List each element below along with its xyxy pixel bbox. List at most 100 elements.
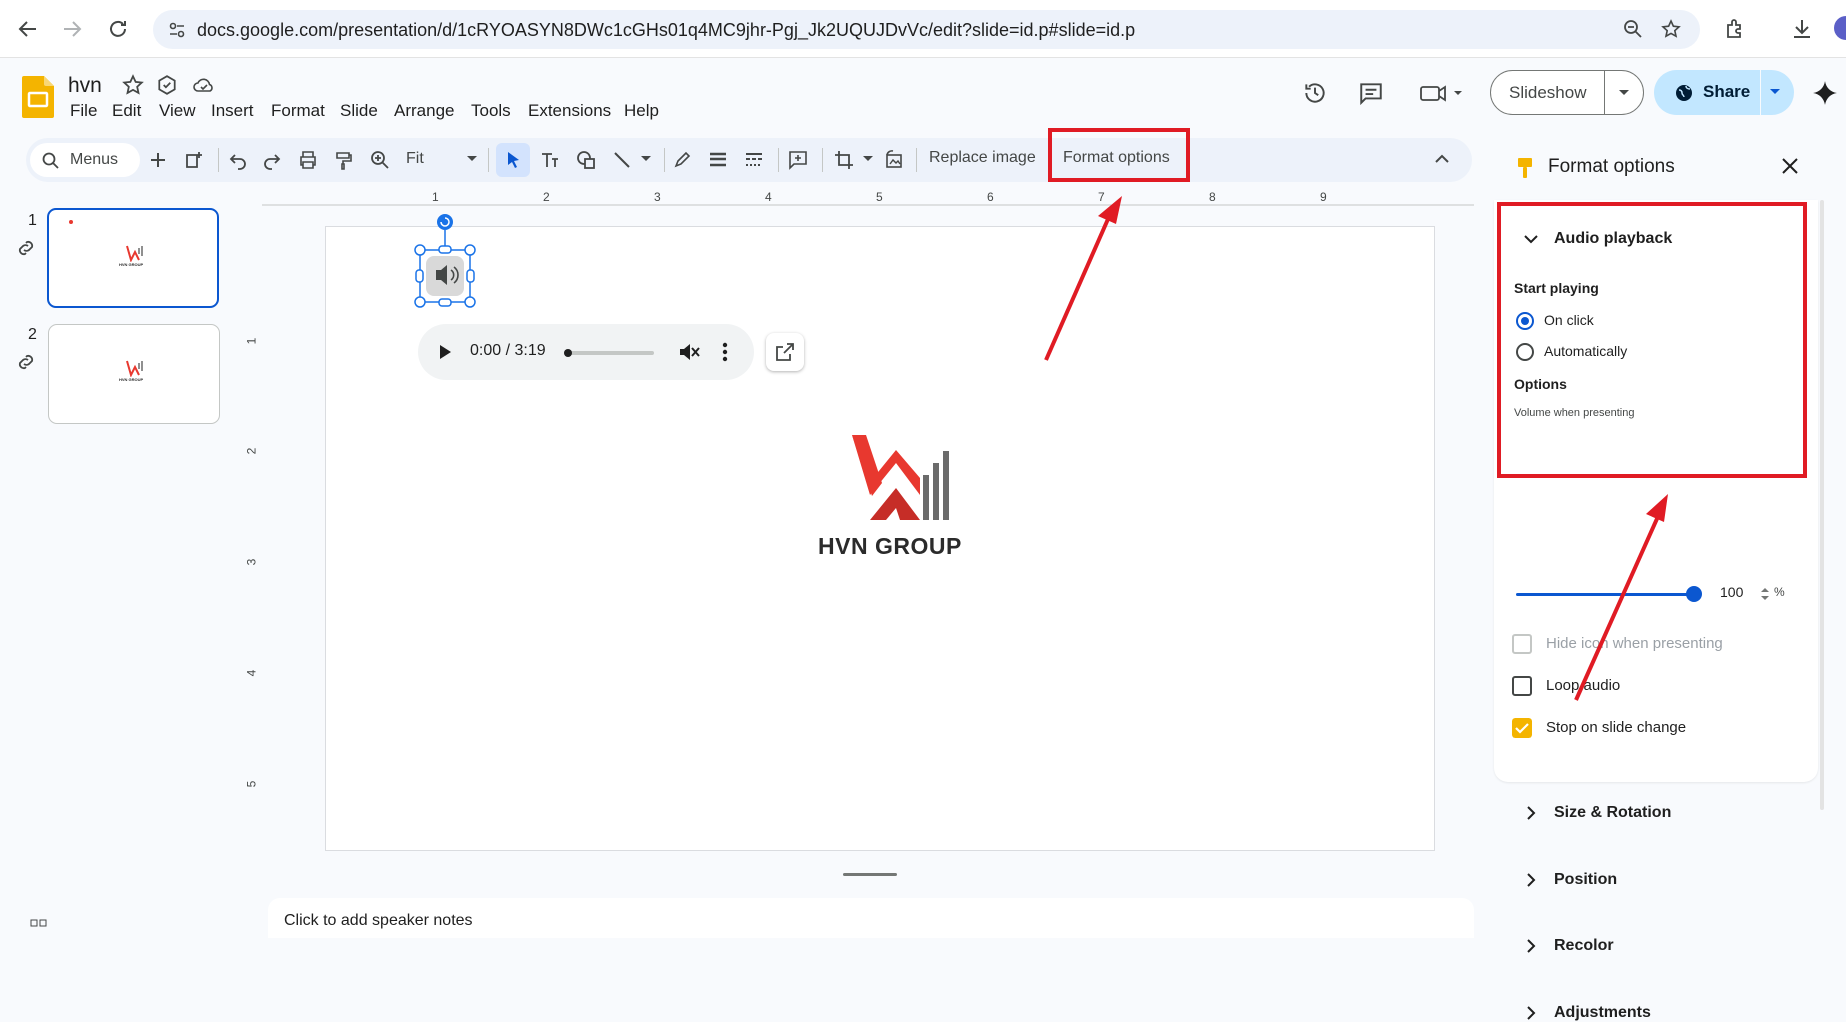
replace-image-button[interactable]: Replace image	[929, 149, 1036, 167]
extensions-icon[interactable]	[1724, 17, 1748, 41]
cloud-saved-icon[interactable]	[192, 74, 216, 96]
back-icon[interactable]	[16, 17, 40, 41]
gemini-icon[interactable]	[1812, 80, 1838, 106]
audio-object-selected[interactable]	[408, 210, 482, 320]
meet-call-icon[interactable]	[1418, 80, 1464, 106]
chevron-right-icon[interactable]	[1522, 937, 1540, 955]
horizontal-ruler[interactable]	[262, 190, 1474, 206]
zoom-icon[interactable]	[1623, 19, 1643, 39]
star-icon[interactable]	[122, 74, 144, 96]
site-settings-icon[interactable]	[167, 20, 187, 40]
mute-icon[interactable]	[678, 342, 700, 362]
toolbar-divider	[822, 148, 823, 172]
globe-icon	[1676, 85, 1692, 101]
text-box-icon[interactable]	[540, 150, 560, 170]
collapse-toolbar-icon[interactable]	[1434, 152, 1450, 166]
stop-on-slide-change-label[interactable]: Stop on slide change	[1546, 719, 1686, 736]
loop-audio-checkbox[interactable]	[1512, 676, 1532, 696]
volume-slider-track[interactable]	[1516, 593, 1694, 596]
size-rotation-section[interactable]: Size & Rotation	[1554, 804, 1671, 822]
slideshow-dropdown-icon[interactable]	[1617, 87, 1631, 99]
chevron-right-icon[interactable]	[1522, 871, 1540, 889]
speaker-notes[interactable]: Click to add speaker notes	[268, 898, 1474, 938]
border-color-icon[interactable]	[672, 150, 692, 170]
new-slide-icon[interactable]	[148, 150, 168, 170]
stop-on-slide-change-checkbox[interactable]	[1512, 718, 1532, 738]
new-slide-layout-icon[interactable]	[184, 150, 204, 170]
search-menus-field[interactable]: Menus	[30, 143, 140, 177]
ruler-label: 8	[1209, 190, 1216, 204]
document-title[interactable]: hvn	[68, 74, 102, 98]
menu-slide[interactable]: Slide	[340, 101, 378, 121]
line-dropdown-icon[interactable]	[640, 154, 652, 164]
download-icon[interactable]	[1790, 17, 1814, 41]
slides-logo-icon[interactable]	[22, 76, 54, 118]
format-brush-icon	[1518, 158, 1532, 178]
border-weight-icon[interactable]	[708, 150, 728, 170]
close-icon[interactable]	[1780, 156, 1800, 176]
volume-stepper-icon[interactable]	[1760, 586, 1770, 602]
comments-icon[interactable]	[1358, 80, 1384, 106]
redo-icon[interactable]	[262, 150, 282, 170]
paint-format-icon[interactable]	[334, 150, 354, 170]
menu-help[interactable]: Help	[624, 101, 659, 121]
menu-extensions[interactable]: Extensions	[528, 101, 611, 121]
share-button[interactable]: Share	[1654, 70, 1794, 115]
print-icon[interactable]	[298, 150, 318, 170]
line-icon[interactable]	[612, 150, 632, 170]
chevron-right-icon[interactable]	[1522, 804, 1540, 822]
volume-unit: %	[1774, 585, 1785, 599]
hvn-logo-thumb-1	[126, 245, 143, 262]
reload-icon[interactable]	[106, 17, 130, 41]
volume-value[interactable]: 100	[1720, 584, 1743, 600]
play-icon[interactable]	[438, 344, 452, 360]
zoom-in-icon[interactable]	[370, 150, 390, 170]
menu-insert[interactable]: Insert	[211, 101, 254, 121]
grid-view-icon[interactable]	[30, 918, 48, 928]
add-comment-icon[interactable]	[788, 150, 808, 170]
menu-arrange[interactable]: Arrange	[394, 101, 454, 121]
recolor-section[interactable]: Recolor	[1554, 937, 1614, 955]
audio-marker-thumb	[69, 220, 73, 224]
audio-progress-track[interactable]	[564, 349, 654, 357]
menu-edit[interactable]: Edit	[112, 101, 141, 121]
crop-dropdown-icon[interactable]	[862, 154, 874, 164]
audio-player[interactable]: 0:00 / 3:19	[418, 324, 754, 380]
shape-icon[interactable]	[576, 150, 596, 170]
zoom-dropdown-icon[interactable]	[466, 154, 478, 164]
menu-view[interactable]: View	[159, 101, 196, 121]
open-link-button[interactable]	[766, 333, 804, 371]
ruler-label: 1	[432, 190, 439, 204]
undo-icon[interactable]	[228, 150, 248, 170]
slideshow-button[interactable]: Slideshow	[1490, 70, 1644, 115]
position-section[interactable]: Position	[1554, 871, 1617, 889]
slide-thumbnail-1[interactable]: HVN GROUP	[47, 208, 219, 308]
more-options-icon[interactable]	[722, 342, 728, 362]
share-dropdown-icon[interactable]	[1768, 86, 1782, 98]
menu-file[interactable]: File	[70, 101, 97, 121]
speaker-notes-placeholder: Click to add speaker notes	[284, 912, 473, 929]
panel-scrollbar[interactable]	[1820, 200, 1824, 810]
version-history-icon[interactable]	[1302, 80, 1328, 106]
chevron-right-icon[interactable]	[1522, 1004, 1540, 1022]
zoom-select-label[interactable]: Fit	[406, 150, 424, 168]
move-to-folder-icon[interactable]	[156, 74, 178, 96]
crop-icon[interactable]	[834, 150, 854, 170]
menu-format[interactable]: Format	[271, 101, 325, 121]
profile-avatar[interactable]	[1834, 16, 1846, 40]
audio-progress-thumb[interactable]	[564, 349, 572, 357]
border-dash-icon[interactable]	[744, 150, 764, 170]
link-icon	[18, 354, 34, 370]
bookmark-star-icon[interactable]	[1661, 19, 1681, 39]
reset-image-icon[interactable]	[884, 150, 904, 170]
hide-icon-checkbox[interactable]	[1512, 634, 1532, 654]
notes-resize-handle[interactable]	[843, 873, 897, 876]
loop-audio-label[interactable]: Loop audio	[1546, 677, 1620, 694]
select-cursor-icon[interactable]	[504, 150, 524, 170]
volume-slider-thumb[interactable]	[1686, 586, 1702, 602]
address-bar[interactable]: docs.google.com/presentation/d/1cRYOASYN…	[153, 10, 1700, 49]
forward-icon[interactable]	[60, 17, 84, 41]
slide-thumbnail-2[interactable]: HVN GROUP	[48, 324, 220, 424]
menu-tools[interactable]: Tools	[471, 101, 511, 121]
adjustments-section[interactable]: Adjustments	[1554, 1004, 1651, 1022]
